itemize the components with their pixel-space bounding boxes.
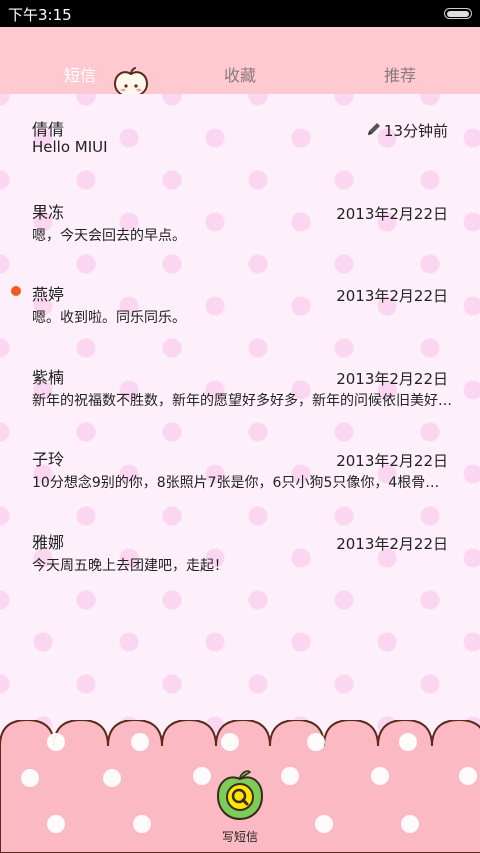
- conversation-item[interactable]: 倩倩 13分钟前 Hello MIUI: [0, 116, 480, 198]
- message-preview: 嗯。收到啦。同乐同乐。: [32, 310, 186, 326]
- contact-name: 子玲: [32, 450, 65, 469]
- message-time: 2013年2月22日: [336, 370, 448, 388]
- status-bar: 下午3:15: [0, 0, 480, 27]
- tab-bar: 短信 收藏 推荐: [0, 27, 480, 97]
- conversation-list[interactable]: 倩倩 13分钟前 Hello MIUI 果冻 2013年2月22日 嗯，今天会回…: [0, 94, 480, 734]
- contact-name: 倩倩: [32, 120, 65, 139]
- message-preview: Hello MIUI: [32, 138, 108, 156]
- contact-name: 果冻: [32, 203, 65, 222]
- compose-label: 写短信: [221, 830, 258, 844]
- contact-name: 雅娜: [32, 533, 65, 552]
- contact-name: 燕婷: [32, 285, 65, 304]
- unread-dot-icon: [11, 286, 21, 296]
- status-time: 下午3:15: [8, 6, 72, 24]
- conversation-item[interactable]: 雅娜 2013年2月22日 今天周五晚上去团建吧，走起！: [0, 529, 480, 611]
- tab-recommended[interactable]: 推荐: [384, 62, 416, 86]
- message-time: 2013年2月22日: [336, 287, 448, 305]
- battery-icon: [444, 8, 472, 19]
- conversation-item[interactable]: 燕婷 2013年2月22日 嗯。收到啦。同乐同乐。: [0, 281, 480, 363]
- message-time: 2013年2月22日: [336, 205, 448, 223]
- message-preview: 新年的祝福数不胜数，新年的愿望好多好多，新年的问候依旧美好…: [32, 393, 452, 409]
- tab-favorites[interactable]: 收藏: [224, 62, 256, 86]
- tab-sms[interactable]: 短信: [64, 62, 96, 86]
- conversation-item[interactable]: 子玲 2013年2月22日 10分想念9别的你，8张照片7张是你，6只小狗5只像…: [0, 446, 480, 528]
- message-preview: 嗯，今天会回去的早点。: [32, 228, 186, 244]
- conversation-item[interactable]: 果冻 2013年2月22日 嗯，今天会回去的早点。: [0, 199, 480, 281]
- message-time: 2013年2月22日: [336, 452, 448, 470]
- message-time: 2013年2月22日: [336, 535, 448, 553]
- conversation-item[interactable]: 紫楠 2013年2月22日 新年的祝福数不胜数，新年的愿望好多好多，新年的问候依…: [0, 364, 480, 446]
- message-preview: 10分想念9别的你，8张照片7张是你，6只小狗5只像你，4根骨头…: [32, 475, 452, 491]
- message-preview: 今天周五晚上去团建吧，走起！: [32, 558, 228, 574]
- draft-pencil-icon: [368, 123, 380, 135]
- compose-apple-icon: [216, 770, 264, 821]
- compose-button[interactable]: 写短信: [210, 769, 270, 849]
- contact-name: 紫楠: [32, 368, 65, 387]
- tab-indicator-apple-icon: [113, 67, 149, 97]
